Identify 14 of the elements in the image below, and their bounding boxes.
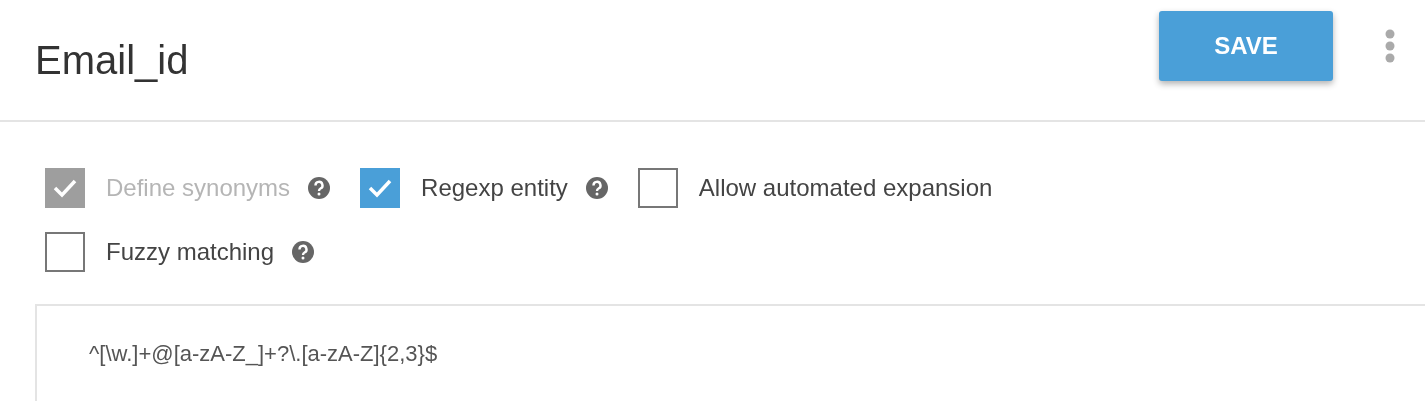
regex-pattern-text[interactable]: ^[\w.]+@[a-zA-Z_]+?\.[a-zA-Z]{2,3}$	[89, 341, 438, 367]
entity-title: Email_id	[35, 37, 190, 83]
checkmark-icon	[367, 177, 394, 199]
checkbox-label: Fuzzy matching	[106, 238, 275, 266]
help-icon[interactable]	[292, 241, 315, 263]
checkbox[interactable]	[360, 168, 401, 208]
checkbox[interactable]	[45, 232, 85, 272]
checkmark-icon	[52, 177, 78, 199]
checkbox-label: Regexp entity	[421, 174, 568, 202]
checkbox-label: Allow automated expansion	[698, 174, 993, 202]
checkbox-label: Define synonyms	[106, 174, 291, 202]
checkbox[interactable]	[637, 168, 678, 208]
more-options-icon[interactable]	[1385, 29, 1395, 63]
help-icon[interactable]	[585, 177, 608, 199]
